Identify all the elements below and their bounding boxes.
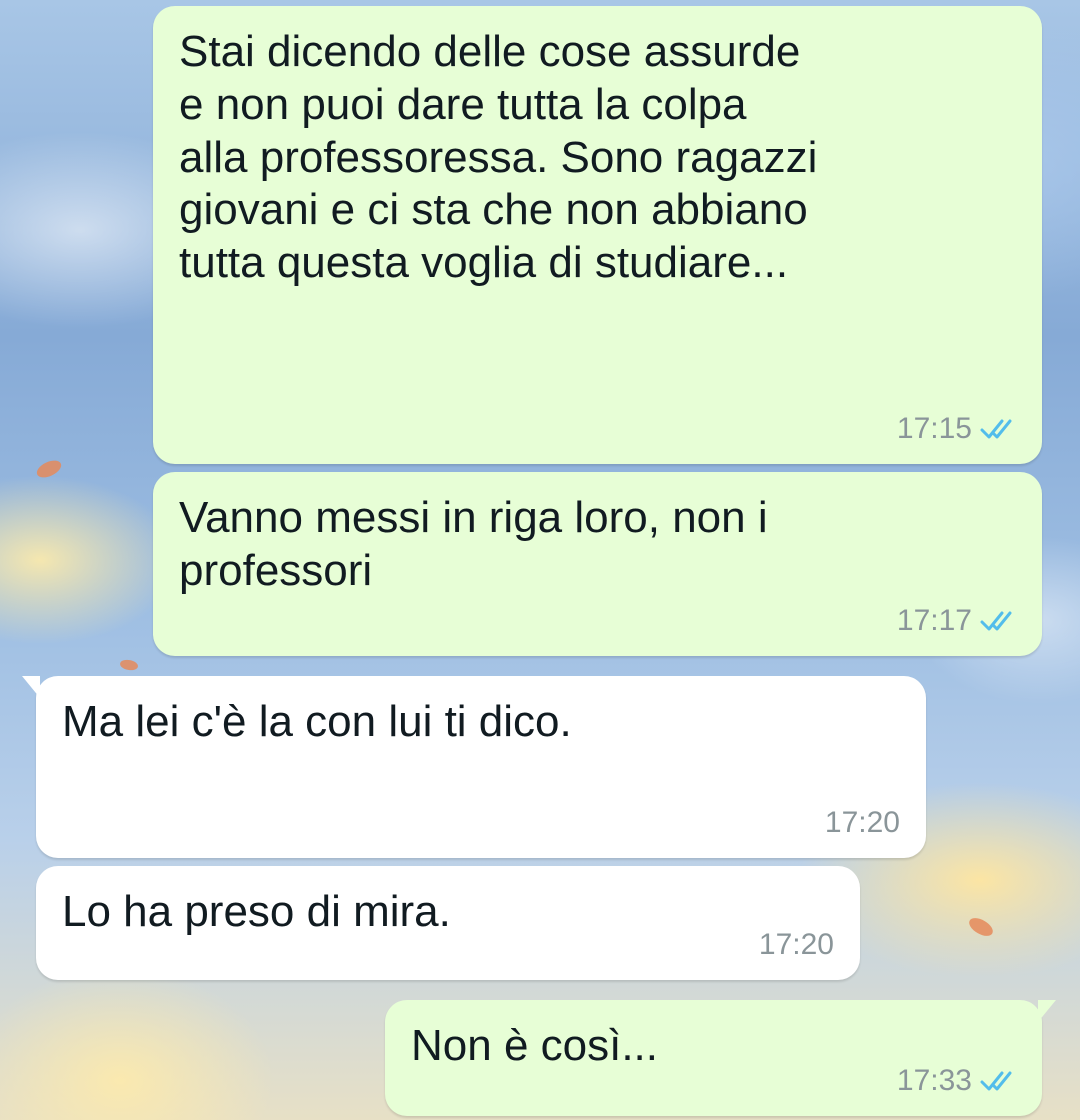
message-text: Stai dicendo delle cose assurde e non pu… [179, 27, 818, 288]
incoming-message-bubble[interactable]: Ma lei c'è la con lui ti dico. 17:20 [22, 676, 926, 858]
message-time: 17:20 [758, 928, 834, 961]
wallpaper-leaf [966, 914, 996, 940]
double-check-read-icon [980, 417, 1020, 441]
message-meta: 17:20 [825, 806, 900, 840]
message-time: 17:15 [896, 412, 972, 445]
message-time: 17:17 [896, 604, 972, 637]
message-time: 17:20 [824, 806, 900, 839]
outgoing-message-bubble[interactable]: Non è così... 17:33 [385, 1000, 1056, 1116]
message-text: Lo ha preso di mira. [62, 887, 451, 936]
bubble-tail [1038, 1000, 1056, 1022]
double-check-read-icon [980, 1069, 1020, 1093]
message-text: Ma lei c'è la con lui ti dico. [62, 697, 572, 746]
wallpaper-leaf [119, 658, 139, 672]
message-meta: 17:20 [759, 928, 834, 962]
message-meta: 17:33 [897, 1064, 1020, 1098]
double-check-read-icon [980, 609, 1020, 633]
message-meta: 17:17 [897, 604, 1020, 638]
message-time: 17:33 [896, 1064, 972, 1097]
incoming-message-bubble[interactable]: Lo ha preso di mira. 17:20 [36, 866, 860, 980]
outgoing-message-bubble[interactable]: Vanno messi in riga loro, non i professo… [153, 472, 1042, 656]
bubble-tail [22, 676, 40, 698]
wallpaper-leaf [34, 457, 64, 481]
message-meta: 17:15 [897, 412, 1020, 446]
outgoing-message-bubble[interactable]: Stai dicendo delle cose assurde e non pu… [153, 6, 1042, 464]
message-text: Vanno messi in riga loro, non i professo… [179, 493, 768, 595]
message-text: Non è così... [411, 1021, 659, 1070]
